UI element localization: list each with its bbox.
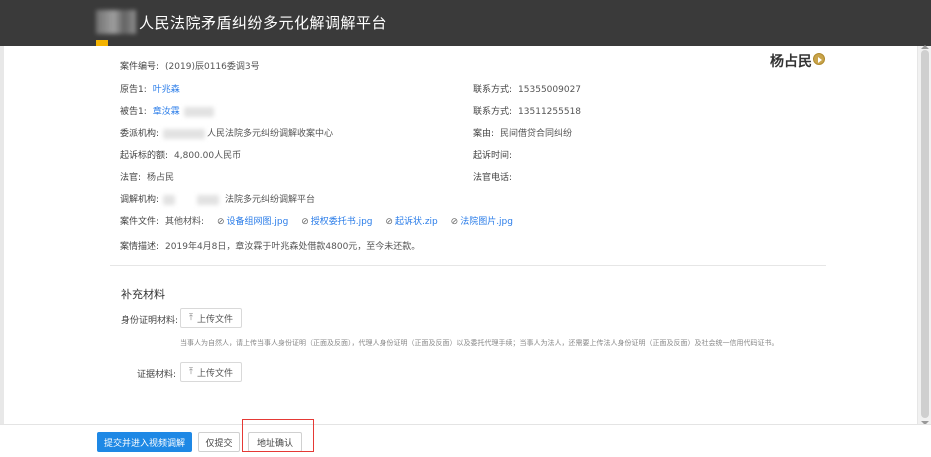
plaintiff-contact-row: 联系方式: 15355009027 xyxy=(473,82,581,95)
action-footer: 提交并进入视频调解 仅提交 地址确认 xyxy=(0,424,931,457)
filing-time-label: 起诉时间: xyxy=(473,151,513,161)
evidence-label: 证据材料: xyxy=(137,370,177,380)
case-number-label: 案件编号: xyxy=(120,62,160,72)
redacted-blur xyxy=(197,194,220,205)
redacted-blur xyxy=(183,106,214,117)
scroll-up-icon[interactable] xyxy=(921,45,929,49)
app-header: 人民法院矛盾纠纷多元化解调解平台 xyxy=(0,0,931,46)
plaintiff-link[interactable]: 叶兆森 xyxy=(153,85,180,95)
judge-phone-label: 法官电话: xyxy=(473,173,513,183)
file-link[interactable]: ⊘ 起诉状.zip xyxy=(385,217,437,227)
case-number-row: 案件编号: (2019)辰0116委调3号 xyxy=(120,59,260,72)
plaintiff-label: 原告1: xyxy=(120,85,147,95)
description-value: 2019年4月8日，章汝霖于叶兆森处借款4800元，至今未还款。 xyxy=(165,242,421,252)
plaintiff-contact-value: 15355009027 xyxy=(518,85,582,95)
amount-label: 起诉标的额: xyxy=(120,151,169,161)
identity-upload-button[interactable]: ⤒ 上传文件 xyxy=(180,308,242,328)
agency-value: 人民法院多元纠纷调解收案中心 xyxy=(207,129,334,139)
identity-hint: 当事人为自然人，请上传当事人身份证明（正面及反面），代理人身份证明（正面及反面）… xyxy=(180,339,779,347)
play-badge-icon[interactable] xyxy=(813,53,825,65)
defendant-contact-row: 联系方式: 13511255518 xyxy=(473,104,581,117)
scrollbar-thumb[interactable] xyxy=(921,50,929,418)
upload-icon: ⤒ xyxy=(189,367,193,377)
judge-value: 杨占民 xyxy=(147,173,175,183)
mediator-value: 法院多元纠纷调解平台 xyxy=(225,195,316,205)
defendant-row: 被告1: 章汝霖 xyxy=(120,104,214,117)
judge-phone-row: 法官电话: xyxy=(473,170,518,183)
upload-button-label: 上传文件 xyxy=(196,314,233,325)
upload-icon: ⤒ xyxy=(189,313,193,323)
cause-value: 民间借贷合同纠纷 xyxy=(500,129,573,139)
amount-row: 起诉标的额: 4,800.00人民币 xyxy=(120,148,241,161)
description-row: 案情描述: 2019年4月8日，章汝霖于叶兆森处借款4800元，至今未还款。 xyxy=(120,239,420,252)
mediator-row: 调解机构: 法院多元纠纷调解平台 xyxy=(120,192,315,205)
defendant-contact-value: 13511255518 xyxy=(518,107,582,117)
file-name[interactable]: 授权委托书.jpg xyxy=(311,217,373,227)
file-list: ⊘ 设备组网图.jpg ⊘ 授权委托书.jpg ⊘ 起诉状.zip ⊘ 法院图片.jpg xyxy=(207,214,513,227)
judge-row: 法官: 杨占民 xyxy=(120,170,174,183)
supplement-title: 补充材料 xyxy=(121,288,165,301)
evidence-upload-button[interactable]: ⤒ 上传文件 xyxy=(180,362,242,382)
file-link[interactable]: ⊘ 法院图片.jpg xyxy=(451,217,513,227)
paperclip-icon: ⊘ xyxy=(301,217,309,227)
left-edge xyxy=(0,46,4,426)
paperclip-icon: ⊘ xyxy=(216,217,225,227)
judge-label: 法官: xyxy=(120,173,142,183)
file-name[interactable]: 设备组网图.jpg xyxy=(227,217,289,227)
file-name[interactable]: 起诉状.zip xyxy=(395,217,438,227)
file-link[interactable]: ⊘ 授权委托书.jpg xyxy=(301,217,372,227)
judge-name-heading: 杨占民 xyxy=(770,54,812,70)
identity-label: 身份证明材料: xyxy=(121,316,179,326)
files-label: 案件文件: xyxy=(120,217,160,227)
submit-video-mediation-button[interactable]: 提交并进入视频调解 xyxy=(97,432,192,452)
plaintiff-row: 原告1: 叶兆森 xyxy=(120,82,180,95)
redacted-blur xyxy=(163,194,176,205)
redacted-blur xyxy=(163,128,206,139)
case-number-value: (2019)辰0116委调3号 xyxy=(165,62,260,72)
filing-time-row: 起诉时间: xyxy=(473,148,518,161)
paperclip-icon: ⊘ xyxy=(385,217,393,227)
agency-label: 委派机构: xyxy=(120,129,160,139)
defendant-link[interactable]: 章汝霖 xyxy=(153,107,180,117)
file-link[interactable]: ⊘ 设备组网图.jpg xyxy=(217,217,288,227)
file-name[interactable]: 法院图片.jpg xyxy=(460,217,513,227)
submit-only-button[interactable]: 仅提交 xyxy=(198,432,240,452)
cause-row: 案由: 民间借贷合同纠纷 xyxy=(473,126,572,139)
files-row: 案件文件: 其他材料: ⊘ 设备组网图.jpg ⊘ 授权委托书.jpg ⊘ 起诉状.zi… xyxy=(120,214,513,227)
app-title: 人民法院矛盾纠纷多元化解调解平台 xyxy=(139,14,388,32)
description-label: 案情描述: xyxy=(120,242,160,252)
amount-value: 4,800.00人民币 xyxy=(174,151,242,161)
section-divider xyxy=(110,265,826,266)
mediator-label: 调解机构: xyxy=(120,195,160,205)
files-sub-label: 其他材料: xyxy=(165,217,205,227)
upload-button-label: 上传文件 xyxy=(196,368,233,379)
highlight-box xyxy=(242,419,314,452)
vertical-scrollbar[interactable] xyxy=(917,45,931,425)
cause-label: 案由: xyxy=(473,129,495,139)
court-name-redacted xyxy=(96,10,136,34)
plaintiff-contact-label: 联系方式: xyxy=(473,85,513,95)
section-marker xyxy=(96,40,108,46)
paperclip-icon: ⊘ xyxy=(450,217,459,227)
defendant-label: 被告1: xyxy=(120,107,147,117)
defendant-contact-label: 联系方式: xyxy=(473,107,513,117)
agency-row: 委派机构: 人民法院多元纠纷调解收案中心 xyxy=(120,126,333,139)
